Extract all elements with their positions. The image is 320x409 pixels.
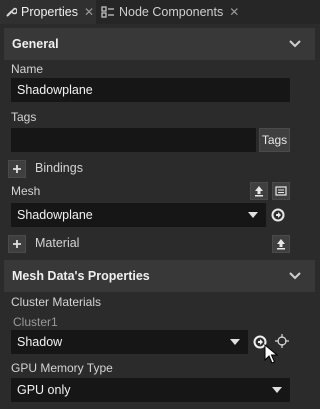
dropdown-arrow-icon (272, 387, 282, 393)
close-icon[interactable]: ✕ (84, 5, 94, 19)
material-label: Material (35, 236, 80, 250)
tab-node-components[interactable]: Node Components ✕ (101, 0, 251, 24)
mesh-label: Mesh (11, 184, 41, 198)
cluster-material-value: Shadow (17, 335, 63, 349)
section-title: General (12, 37, 59, 51)
tab-properties-label: Properties (21, 5, 78, 19)
plus-icon (13, 240, 21, 248)
mesh-data-section-header[interactable]: Mesh Data's Properties (4, 260, 315, 292)
chevron-down-icon (289, 272, 301, 280)
cluster-label: Cluster1 (13, 315, 58, 329)
panel-icon (275, 186, 287, 196)
mesh-panel-button[interactable] (272, 182, 290, 200)
components-icon (101, 6, 115, 18)
tab-properties[interactable]: Properties ✕ (0, 0, 96, 24)
tab-node-components-label: Node Components (119, 5, 224, 19)
name-label: Name (11, 62, 44, 76)
dropdown-arrow-icon (248, 212, 258, 218)
close-icon[interactable]: ✕ (229, 5, 239, 19)
upload-icon (255, 186, 263, 197)
mouse-cursor-icon (264, 344, 278, 364)
gpu-memory-type-dropdown[interactable]: GPU only (11, 378, 290, 402)
reset-button[interactable] (270, 207, 286, 223)
tags-label: Tags (11, 110, 37, 124)
bindings-label: Bindings (35, 161, 83, 175)
plus-icon (13, 165, 21, 173)
material-upload-button[interactable] (272, 235, 290, 253)
add-material-button[interactable] (8, 235, 26, 253)
wrench-icon (5, 6, 17, 18)
cluster-material-dropdown[interactable]: Shadow (11, 330, 248, 354)
chevron-down-icon (289, 40, 301, 48)
name-field[interactable]: Shadowplane (11, 78, 290, 102)
reset-icon (271, 208, 285, 222)
tab-bar: Properties ✕ Node Components ✕ (0, 0, 320, 25)
tags-button[interactable]: Tags (259, 128, 290, 152)
section-title: Mesh Data's Properties (12, 269, 150, 283)
add-binding-button[interactable] (8, 160, 26, 178)
gpu-memory-type-value: GPU only (17, 383, 71, 397)
mesh-value: Shadowplane (17, 208, 93, 222)
mesh-dropdown[interactable]: Shadowplane (11, 203, 266, 227)
mesh-load-button[interactable] (250, 182, 268, 200)
gpu-memory-type-label: GPU Memory Type (11, 361, 113, 375)
general-section-header[interactable]: General (4, 28, 315, 60)
cluster-materials-label: Cluster Materials (11, 295, 102, 309)
upload-icon (277, 239, 285, 250)
name-value: Shadowplane (17, 83, 93, 97)
dropdown-arrow-icon (230, 339, 240, 345)
tags-input[interactable] (11, 128, 256, 152)
